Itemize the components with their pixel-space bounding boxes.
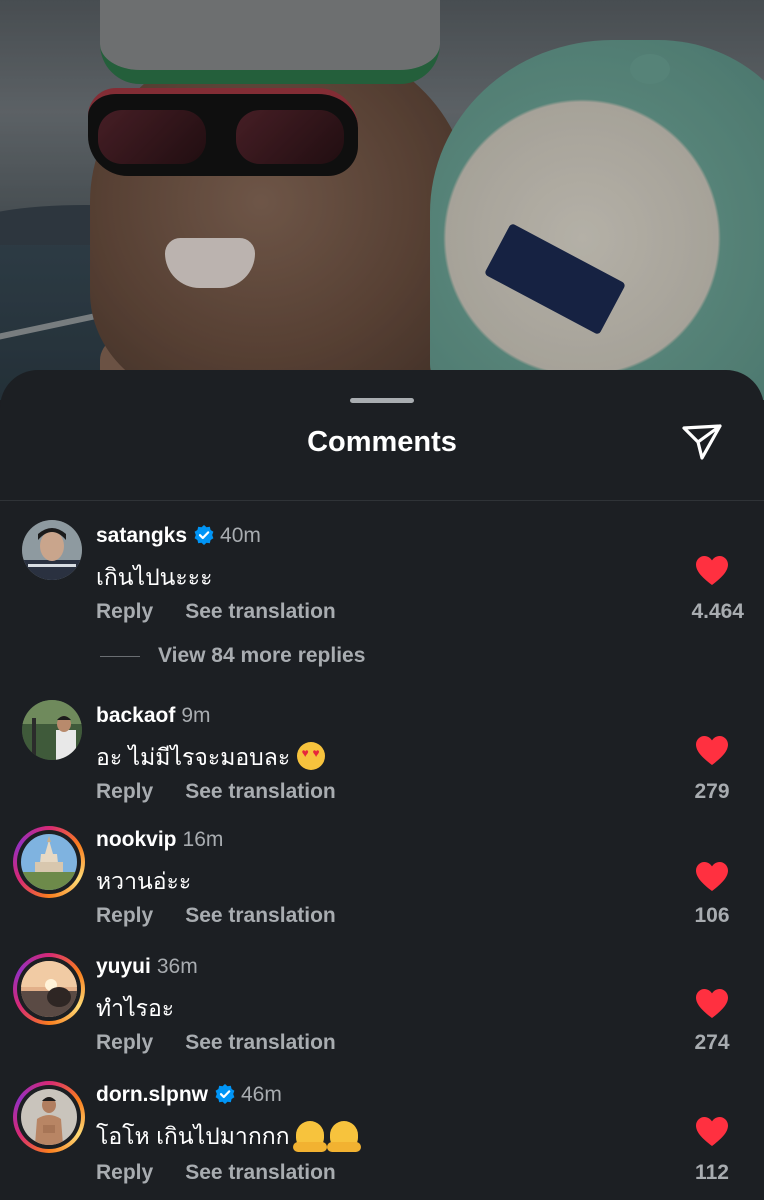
comment-header: satangks 40m: [96, 524, 261, 548]
comment-time: 36m: [156, 955, 198, 978]
see-translation-button[interactable]: See translation: [185, 904, 336, 927]
avatar-with-story-ring[interactable]: [13, 826, 85, 898]
reply-button[interactable]: Reply: [96, 1161, 153, 1184]
comment-header: backaof 9m: [96, 704, 211, 728]
comment-header: dorn.slpnw 46m: [96, 1083, 282, 1107]
sheet-drag-handle[interactable]: [350, 398, 414, 403]
avatar-with-story-ring[interactable]: [13, 953, 85, 1025]
avatar-with-story-ring[interactable]: [13, 1081, 85, 1153]
comment-username[interactable]: backaof: [96, 704, 175, 727]
comment-time: 9m: [181, 704, 211, 727]
like-heart-icon[interactable]: [696, 862, 728, 892]
comment-actions: Reply See translation: [96, 1031, 336, 1055]
sheet-title: Comments: [307, 426, 457, 458]
like-count: 106: [694, 904, 730, 927]
paper-plane-icon[interactable]: [680, 420, 724, 464]
like-heart-icon[interactable]: [696, 556, 728, 586]
story-ring-gap: [17, 830, 81, 894]
comment-text: อะ ไม่มีไรจะมอบละ: [96, 740, 325, 776]
comment-actions: Reply See translation: [96, 780, 336, 804]
comment-text: ทำไรอะ: [96, 995, 175, 1021]
photo-dim-overlay: [0, 0, 764, 400]
comment-actions: Reply See translation: [96, 1161, 336, 1185]
story-ring-gap: [17, 957, 81, 1021]
replies-divider-line: [100, 655, 140, 657]
see-translation-button[interactable]: See translation: [185, 1031, 336, 1054]
avatar-photo: [22, 700, 82, 760]
avatar-photo: [22, 520, 82, 580]
sheet-divider: [0, 500, 764, 501]
like-heart-icon[interactable]: [696, 1117, 728, 1147]
comment-time: 16m: [182, 828, 224, 851]
see-translation-button[interactable]: See translation: [185, 780, 336, 803]
see-translation-button[interactable]: See translation: [185, 600, 336, 623]
reply-button[interactable]: Reply: [96, 780, 153, 803]
comment-text: เกินไปนะะะ: [96, 564, 213, 590]
reply-button[interactable]: Reply: [96, 1031, 153, 1054]
like-heart-icon[interactable]: [696, 736, 728, 766]
comment-actions: Reply See translation: [96, 600, 336, 624]
avatar-photo: [21, 834, 77, 890]
view-more-replies-button[interactable]: View 84 more replies: [100, 644, 365, 668]
verified-badge-icon: [215, 1084, 235, 1104]
avatar-photo: [21, 961, 77, 1017]
verified-badge-icon: [194, 525, 214, 545]
avatar[interactable]: [22, 520, 82, 580]
comment-header: nookvip 16m: [96, 828, 223, 852]
avatar-photo: [21, 1089, 77, 1145]
comment-time: 40m: [220, 524, 261, 547]
reply-button[interactable]: Reply: [96, 600, 153, 623]
see-translation-button[interactable]: See translation: [185, 1161, 336, 1184]
comment-text: โอโห เกินไปมากกก: [96, 1119, 362, 1155]
comments-sheet: Comments satangks 40m เกินไปนะะะ Reply See…: [0, 370, 764, 1200]
comment-text: หวานอ่ะะ: [96, 868, 192, 894]
comment-username[interactable]: satangks: [96, 524, 187, 547]
comment-header: yuyui 36m: [96, 955, 198, 979]
comment-actions: Reply See translation: [96, 904, 336, 928]
like-count: 279: [694, 780, 730, 803]
comment-username[interactable]: nookvip: [96, 828, 177, 851]
like-heart-icon[interactable]: [696, 989, 728, 1019]
melting-face-icon: [293, 1121, 327, 1152]
story-ring-gap: [17, 1085, 81, 1149]
smiling-face-with-heart-eyes-icon: [296, 742, 325, 770]
like-count: 4.464: [691, 600, 744, 623]
comment-username[interactable]: yuyui: [96, 955, 151, 978]
comment-time: 46m: [241, 1083, 282, 1106]
melting-face-icon: [327, 1121, 362, 1152]
like-count: 274: [694, 1031, 730, 1054]
comment-username[interactable]: dorn.slpnw: [96, 1083, 208, 1106]
avatar[interactable]: [22, 700, 82, 760]
like-count: 112: [695, 1161, 729, 1184]
reply-button[interactable]: Reply: [96, 904, 153, 927]
